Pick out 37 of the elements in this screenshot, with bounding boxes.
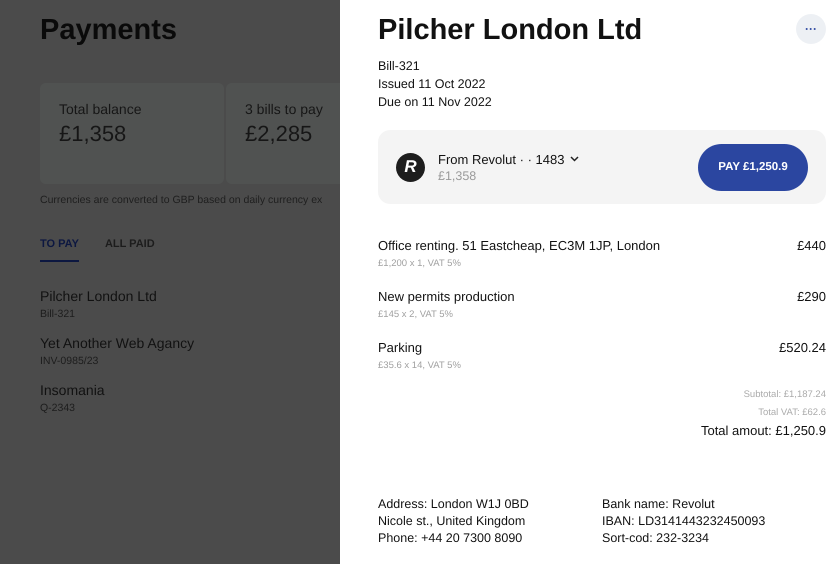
card-value: £2,285 <box>245 121 314 147</box>
item-name: Office renting. 51 Eastcheap, EC3M 1JP, London <box>378 238 660 253</box>
card-value: £1,358 <box>59 121 128 147</box>
item-name: Parking <box>378 340 422 355</box>
account-selector[interactable]: From Revolut · · 1483 <box>438 152 564 166</box>
bank-logo: R <box>396 152 425 182</box>
item-detail: £145 x 2, VAT 5% <box>378 309 454 320</box>
address-line: Nicole st., United Kingdom <box>378 513 526 530</box>
bank-detail: Sort-cod: 232-3234 <box>602 530 710 547</box>
bill-meta: Bill-321 <box>378 58 421 75</box>
page-title: Payments <box>40 14 178 47</box>
address-line: Phone: +44 20 7300 8090 <box>378 530 524 547</box>
bank-detail: Bank name: Revolut <box>602 496 716 513</box>
subtotal: Subtotal: £1,187.24 <box>742 388 826 402</box>
bill-name[interactable]: Insomania <box>40 382 340 398</box>
chevron-down-icon <box>570 156 580 162</box>
item-detail: £35.6 x 14, VAT 5% <box>378 360 462 371</box>
bank-detail: IBAN: LD3141443232450093 <box>602 513 766 530</box>
total-vat: Total VAT: £62.6 <box>757 406 826 420</box>
item-amount: £520.24 <box>779 340 826 355</box>
tab[interactable]: TO PAY <box>40 238 79 262</box>
bill-name[interactable]: Yet Another Web Agancy <box>40 335 340 351</box>
item-amount: £290 <box>797 289 826 304</box>
address-line: Address: London W1J 0BD <box>378 496 530 513</box>
bill-title: Pilcher London Ltd <box>378 14 642 47</box>
card-label: 3 bills to pay <box>245 101 324 117</box>
bill-meta: Issued 11 Oct 2022 <box>378 76 486 93</box>
card-label: Total balance <box>59 101 143 117</box>
item-amount: £440 <box>797 238 826 253</box>
pay-button[interactable]: PAY £1,250.9 <box>698 144 808 190</box>
item-detail: £1,200 x 1, VAT 5% <box>378 258 462 269</box>
total-amount: Total amout: £1,250.9 <box>700 423 826 438</box>
bill-name[interactable]: Pilcher London Ltd <box>40 288 340 304</box>
more-menu-button[interactable]: ··· <box>796 14 826 44</box>
bill-meta: Due on 11 Nov 2022 <box>378 94 493 111</box>
item-name: New permits production <box>378 289 515 304</box>
account-balance: £1,358 <box>438 168 478 182</box>
